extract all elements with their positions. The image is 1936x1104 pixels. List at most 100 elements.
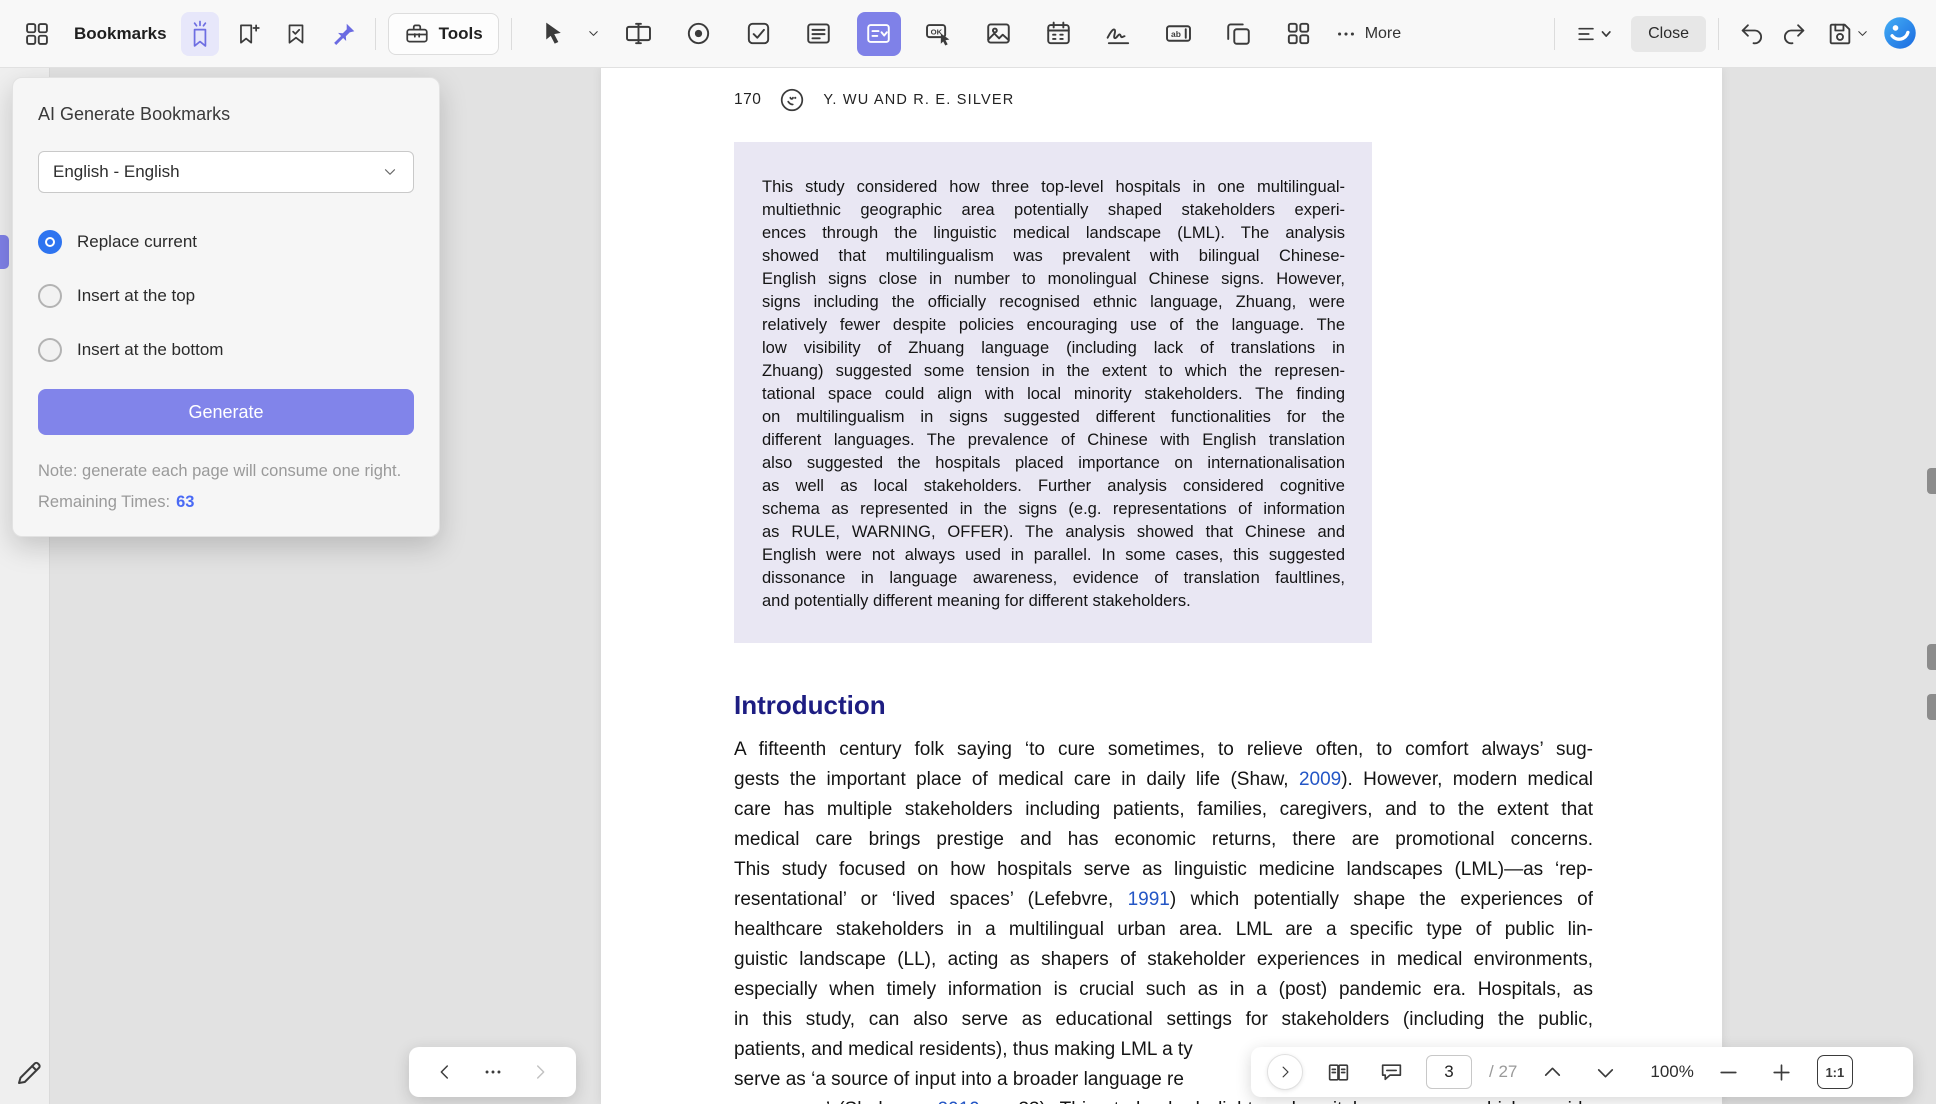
redo-icon[interactable]	[1773, 13, 1815, 55]
radio-icon[interactable]	[38, 284, 62, 308]
bookmark-position-options: Replace current Insert at the top Insert a…	[38, 227, 414, 365]
ai-bookmark-icon[interactable]	[181, 12, 219, 56]
abstract-line: low visibility of Zhuang language (inclu…	[762, 337, 1345, 360]
radio-option[interactable]: Replace current	[38, 227, 414, 257]
abstract-line: relatively fewer despite policies encour…	[762, 314, 1345, 337]
page-up-icon[interactable]	[1534, 1054, 1570, 1090]
popup-note: Note: generate each page will consume on…	[38, 459, 414, 484]
citation-link[interactable]: 1991	[1128, 889, 1170, 910]
body-line: resentational’ or ‘lived spaces’ (Lefebv…	[734, 885, 1593, 915]
more-fields-tool-icon[interactable]	[1277, 12, 1321, 56]
radio-option[interactable]: Insert at the top	[38, 281, 414, 311]
close-button[interactable]: Close	[1631, 16, 1706, 52]
prev-page-icon[interactable]	[434, 1061, 456, 1083]
section-heading: Introduction	[734, 689, 1593, 721]
svg-text:ab: ab	[1171, 29, 1181, 39]
apps-grid-icon[interactable]	[16, 13, 58, 55]
date-field-tool-icon[interactable]	[1037, 12, 1081, 56]
abstract-line: Zhuang) suggested some tension in the ex…	[762, 360, 1345, 383]
undo-icon[interactable]	[1731, 13, 1773, 55]
radio-icon[interactable]	[38, 230, 62, 254]
zoom-out-icon[interactable]	[1711, 1054, 1747, 1090]
body-line: care has multiple stakeholders including…	[734, 795, 1593, 825]
pen-icon[interactable]	[14, 1058, 46, 1090]
abstract-line: English were not always used in parallel…	[762, 544, 1345, 567]
rail-selected-indicator	[0, 235, 9, 269]
abstract-line: and potentially different meaning for di…	[762, 590, 1345, 613]
abstract-line: as RULE, WARNING, OFFER). The analysis s…	[762, 521, 1345, 544]
duplicate-tool-icon[interactable]	[1217, 12, 1261, 56]
language-select[interactable]: English - English	[38, 151, 414, 193]
more-actions-icon[interactable]	[482, 1061, 504, 1083]
text-field-tool-icon[interactable]	[617, 12, 661, 56]
select-tool-icon[interactable]	[532, 12, 576, 56]
app-logo-icon[interactable]	[1882, 15, 1920, 53]
citation-link[interactable]: 2010	[937, 1099, 979, 1104]
next-page-icon[interactable]	[529, 1061, 551, 1083]
sort-options-icon[interactable]	[1567, 13, 1621, 55]
clipped-panel-fragment	[1927, 694, 1936, 720]
history-nav-bar	[409, 1047, 576, 1097]
body-line: gests the important place of medical car…	[734, 765, 1593, 795]
signature-field-tool-icon[interactable]	[1097, 12, 1141, 56]
page-down-icon[interactable]	[1587, 1054, 1623, 1090]
expand-bar-button[interactable]	[1267, 1054, 1303, 1090]
select-tool-dropdown-icon[interactable]	[586, 26, 601, 41]
abstract-line: ences through the linguistic medical lan…	[762, 222, 1345, 245]
page-total-label: / 27	[1489, 1062, 1517, 1082]
running-head: 170 Y. WU AND R. E. SILVER	[734, 86, 1593, 114]
push-button-tool-icon[interactable]: OK	[917, 12, 961, 56]
add-bookmark-icon[interactable]	[229, 12, 267, 56]
body-line: in this study, can also serve as educati…	[734, 1005, 1593, 1035]
actual-size-button[interactable]: 1:1	[1817, 1055, 1853, 1089]
checkbox-tool-icon[interactable]	[737, 12, 781, 56]
abstract-line: also suggested the hospitals placed impo…	[762, 452, 1345, 475]
authors-header: Y. WU AND R. E. SILVER	[823, 92, 1014, 108]
abstract-line: This study considered how three top-leve…	[762, 176, 1345, 199]
bookmark-check-icon[interactable]	[277, 12, 315, 56]
radio-icon[interactable]	[38, 338, 62, 362]
save-dropdown-icon[interactable]	[1855, 26, 1870, 41]
body-line: guistic landscape (LL), acting as shaper…	[734, 945, 1593, 975]
body-line: especially when timely information is cr…	[734, 975, 1593, 1005]
abstract-line: as well as local stakeholders. Further a…	[762, 475, 1345, 498]
remaining-times-label: Remaining Times:	[38, 493, 170, 511]
toolbar-separator	[375, 18, 376, 50]
tools-button[interactable]: Tools	[388, 13, 499, 55]
abstract-text: This study considered how three top-leve…	[762, 176, 1345, 613]
body-line: This study focused on how hospitals serv…	[734, 855, 1593, 885]
more-button[interactable]: More	[1335, 23, 1401, 45]
clipped-panel-fragment	[1927, 644, 1936, 670]
citation-link[interactable]: 2009	[1299, 769, 1341, 790]
tools-icon	[404, 21, 430, 47]
remaining-times-value: 63	[176, 493, 194, 511]
annotation-panel-icon[interactable]	[1373, 1054, 1409, 1090]
zoom-in-icon[interactable]	[1764, 1054, 1800, 1090]
tools-label: Tools	[439, 24, 483, 44]
popup-title: AI Generate Bookmarks	[38, 104, 414, 125]
radio-option[interactable]: Insert at the bottom	[38, 335, 414, 365]
zoom-level[interactable]: 100%	[1650, 1062, 1693, 1082]
abstract-line: different languages. The prevalence of C…	[762, 429, 1345, 452]
more-icon	[1335, 23, 1357, 45]
toolbar-separator	[511, 18, 512, 50]
abstract-line: English signs close in number to monolin…	[762, 268, 1345, 291]
svg-text:OK: OK	[931, 27, 943, 36]
clipped-panel-fragment	[1927, 468, 1936, 494]
combo-box-tool-icon[interactable]	[857, 12, 901, 56]
list-box-tool-icon[interactable]	[797, 12, 841, 56]
pin-icon[interactable]	[325, 12, 363, 56]
page-thumbnails-icon[interactable]	[1320, 1054, 1356, 1090]
toolbar-separator	[1718, 18, 1719, 50]
abstract-line: tational space could align with local mi…	[762, 383, 1345, 406]
radio-label: Insert at the bottom	[77, 340, 223, 360]
toolbar-separator	[1554, 18, 1555, 50]
image-field-tool-icon[interactable]	[977, 12, 1021, 56]
generate-button[interactable]: Generate	[38, 389, 414, 435]
language-select-value: English - English	[53, 162, 180, 182]
body-line: medical care brings prestige and has eco…	[734, 825, 1593, 855]
radio-button-tool-icon[interactable]	[677, 12, 721, 56]
top-toolbar: Bookmarks Tools	[0, 0, 1936, 68]
text-area-tool-icon[interactable]: ab	[1157, 12, 1201, 56]
page-number-input[interactable]	[1426, 1055, 1472, 1089]
